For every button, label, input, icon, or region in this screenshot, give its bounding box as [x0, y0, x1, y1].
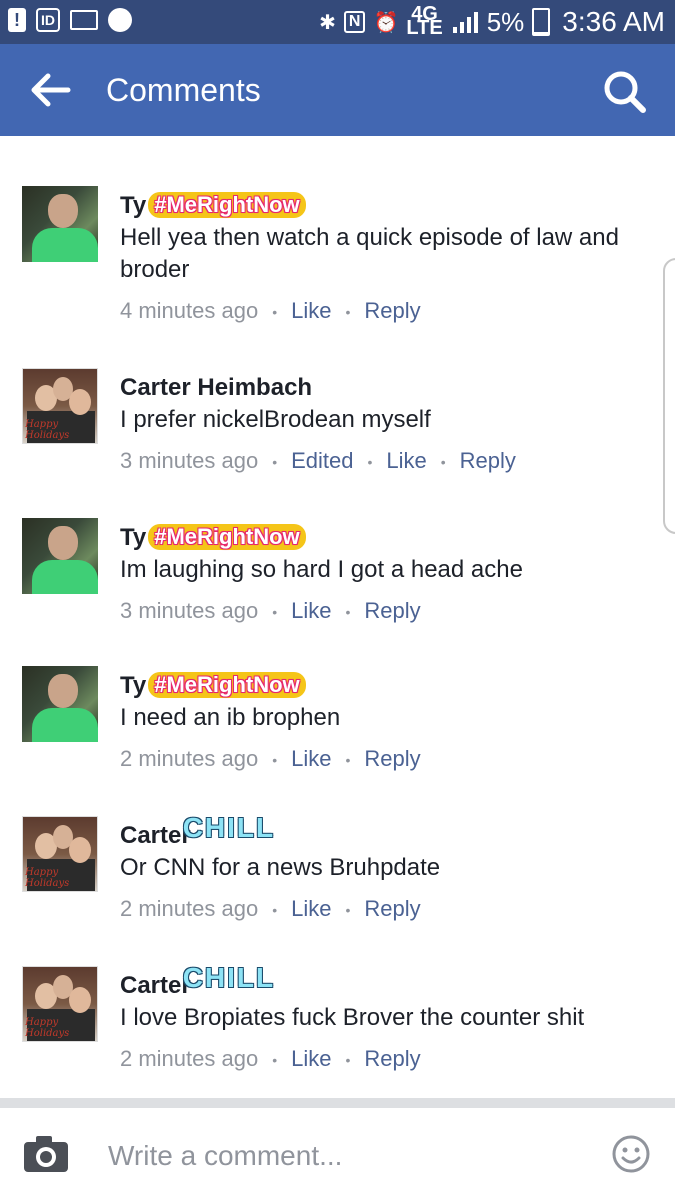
comment-text: Hell yea then watch a quick episode of l…: [120, 224, 619, 283]
comment-author-name[interactable]: Ty: [120, 192, 146, 219]
comment-author-name[interactable]: Ty: [120, 672, 146, 699]
comment-reply-button[interactable]: Reply: [460, 448, 516, 473]
comment-timestamp: 3 minutes ago: [120, 598, 259, 623]
avatar[interactable]: [22, 518, 98, 594]
separator-dot: •: [272, 604, 278, 621]
separator-dot: •: [272, 902, 278, 919]
camera-button[interactable]: [22, 1134, 70, 1174]
comment-reply-button[interactable]: Reply: [364, 1046, 420, 1071]
comment-input[interactable]: [106, 1134, 590, 1178]
separator-dot: •: [345, 1052, 351, 1069]
back-button[interactable]: [28, 70, 72, 110]
mail-icon: [70, 10, 98, 30]
separator-dot: •: [440, 454, 446, 471]
status-bar: ! ID ✱ N ⏰ 4G LTE 5% 3:36 AM: [0, 0, 675, 44]
avatar-caption: Happy Holidays: [25, 419, 70, 441]
status-bar-system: ✱ N ⏰ 4G LTE 5% 3:36 AM: [319, 4, 665, 40]
comment-text: Im laughing so hard I got a head ache: [120, 556, 523, 583]
comment-timestamp: 2 minutes ago: [120, 1046, 259, 1071]
comment-like-button[interactable]: Like: [291, 746, 331, 771]
bluetooth-icon: ✱: [319, 11, 336, 34]
comment-edited-button[interactable]: Edited: [291, 448, 353, 473]
comment-reply-button[interactable]: Reply: [364, 746, 420, 771]
comment-author[interactable]: Ty #MeRightNow: [120, 672, 306, 700]
comment-text: I love Bropiates fuck Brover the counter…: [120, 1004, 585, 1031]
nfc-icon: N: [343, 11, 366, 33]
comment-text: I prefer nickelBrodean myself: [120, 406, 431, 433]
comment-like-button[interactable]: Like: [291, 1046, 331, 1071]
comment-author[interactable]: CarterCHILL: [120, 812, 275, 850]
comment-author[interactable]: Ty #MeRightNow: [120, 524, 306, 552]
scrollbar[interactable]: [663, 258, 675, 534]
comment-text: I need an ib brophen: [120, 704, 341, 731]
comment-timestamp: 4 minutes ago: [120, 298, 259, 323]
comment-author[interactable]: Carter Heimbach: [120, 374, 312, 402]
comment-timestamp: 2 minutes ago: [120, 896, 259, 921]
comment-timestamp: 2 minutes ago: [120, 746, 259, 771]
comment-meta: 2 minutes ago • Like • Reply: [120, 1046, 421, 1072]
alarm-icon: ⏰: [373, 11, 399, 34]
comment-meta: 3 minutes ago • Edited • Like • Reply: [120, 448, 516, 474]
search-icon: [604, 71, 646, 113]
separator-dot: •: [272, 752, 278, 769]
profile-frame-sticker: CHILL: [182, 962, 276, 993]
comment-reply-button[interactable]: Reply: [364, 598, 420, 623]
comment-reply-button[interactable]: Reply: [364, 896, 420, 921]
comment-composer: [0, 1108, 675, 1200]
profile-frame-sticker: CHILL: [182, 812, 276, 843]
battery-icon: [532, 8, 551, 36]
avatar[interactable]: Happy Holidays: [22, 966, 98, 1042]
network-type: 4G LTE: [406, 3, 443, 39]
comment-like-button[interactable]: Like: [291, 298, 331, 323]
avatar[interactable]: Happy Holidays: [22, 816, 98, 892]
separator-dot: •: [272, 454, 278, 471]
comment-author-name[interactable]: Ty: [120, 524, 146, 551]
id-icon: ID: [36, 8, 60, 32]
avatar[interactable]: [22, 186, 98, 262]
status-bar-notifications: ! ID: [8, 8, 132, 32]
separator-dot: •: [345, 604, 351, 621]
battery-percent: 5%: [486, 6, 525, 37]
page-title: Comments: [106, 72, 261, 108]
avatar[interactable]: [22, 666, 98, 742]
avatar[interactable]: Happy Holidays: [22, 368, 98, 444]
emoji-icon: [612, 1135, 650, 1173]
separator-dot: •: [272, 1052, 278, 1069]
comment-author-name[interactable]: Carter: [120, 822, 191, 849]
profile-frame-sticker: #MeRightNow: [148, 672, 306, 698]
comment-timestamp: 3 minutes ago: [120, 448, 259, 473]
comment-author-name[interactable]: Carter: [120, 972, 191, 999]
divider: [0, 1098, 675, 1108]
app-bar: Comments: [0, 44, 675, 136]
separator-dot: •: [345, 304, 351, 321]
search-button[interactable]: [601, 68, 649, 116]
comment-reply-button[interactable]: Reply: [364, 298, 420, 323]
avatar-caption: Happy Holidays: [25, 1017, 70, 1039]
alert-icon: !: [8, 8, 26, 32]
profile-frame-sticker: #MeRightNow: [148, 192, 306, 218]
comment-author[interactable]: Ty #MeRightNow: [120, 192, 306, 220]
comment-meta: 4 minutes ago • Like • Reply: [120, 298, 421, 324]
separator-dot: •: [345, 902, 351, 919]
profile-frame-sticker: #MeRightNow: [148, 524, 306, 550]
comment-meta: 2 minutes ago • Like • Reply: [120, 896, 421, 922]
emoji-button[interactable]: [611, 1134, 651, 1174]
separator-dot: •: [272, 304, 278, 321]
camera-icon: [24, 1136, 68, 1172]
comment-meta: 3 minutes ago • Like • Reply: [120, 598, 421, 624]
avatar-caption: Happy Holidays: [25, 867, 70, 889]
comment-like-button[interactable]: Like: [386, 448, 426, 473]
separator-dot: •: [367, 454, 373, 471]
comment-like-button[interactable]: Like: [291, 598, 331, 623]
arrow-left-icon: [31, 73, 71, 107]
clock: 3:36 AM: [562, 6, 665, 37]
messenger-icon: [108, 8, 132, 32]
comment-text: Or CNN for a news Bruhpdate: [120, 854, 441, 881]
comment-author-name[interactable]: Carter Heimbach: [120, 374, 312, 401]
separator-dot: •: [345, 752, 351, 769]
comment-meta: 2 minutes ago • Like • Reply: [120, 746, 421, 772]
comment-author[interactable]: CarterCHILL: [120, 962, 275, 1000]
signal-icon: [452, 12, 478, 33]
comment-like-button[interactable]: Like: [291, 896, 331, 921]
